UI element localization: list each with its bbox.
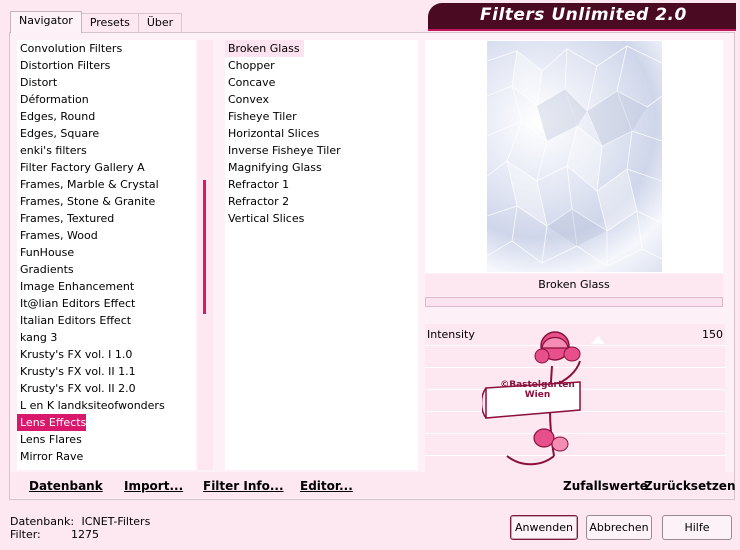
cancel-button[interactable]: Abbrechen: [586, 515, 652, 540]
category-item[interactable]: Edges, Square: [17, 125, 196, 142]
category-item[interactable]: It@lian Editors Effect: [17, 295, 196, 312]
filter-item[interactable]: Chopper: [225, 57, 418, 74]
category-scrollbar[interactable]: [198, 40, 213, 470]
help-button[interactable]: Hilfe: [662, 515, 732, 540]
status-database: Datenbank: ICNET-Filters: [10, 515, 150, 529]
preview-image: [487, 41, 662, 272]
category-item[interactable]: Frames, Stone & Granite: [17, 193, 196, 210]
filter-item[interactable]: Inverse Fisheye Tiler: [225, 142, 418, 159]
status-db-value: ICNET-Filters: [81, 515, 151, 528]
random-values-button[interactable]: Zufallswerte: [563, 478, 648, 494]
filter-item-row[interactable]: Refractor 2: [225, 193, 418, 210]
category-list[interactable]: Convolution Filters Distortion Filters Dis…: [17, 40, 196, 470]
filter-item[interactable]: Vertical Slices: [225, 210, 418, 227]
filter-item[interactable]: Horizontal Slices: [225, 125, 418, 142]
filter-item-row[interactable]: Magnifying Glass: [225, 159, 418, 176]
reset-button[interactable]: Zurücksetzen: [644, 478, 735, 494]
category-item[interactable]: Italian Editors Effect: [17, 312, 196, 329]
tab-navigator[interactable]: Navigator: [10, 11, 82, 33]
status-db-label: Datenbank:: [10, 515, 75, 528]
status-filter: Filter: 1275: [10, 528, 99, 542]
category-item[interactable]: enki's filters: [17, 142, 196, 159]
category-item[interactable]: Krusty's FX vol. II 1.1: [17, 363, 196, 380]
category-item[interactable]: Distortion Filters: [17, 57, 196, 74]
category-item[interactable]: Lens Flares: [17, 431, 196, 448]
tab-presets[interactable]: Presets: [80, 13, 139, 33]
filter-item-row[interactable]: Vertical Slices: [225, 210, 418, 227]
import-button[interactable]: Import...: [124, 478, 183, 494]
category-item[interactable]: Gradients: [17, 261, 196, 278]
filter-item[interactable]: Concave: [225, 74, 418, 91]
progress-bar: [425, 297, 723, 307]
category-item[interactable]: Image Enhancement: [17, 278, 196, 295]
category-item[interactable]: Mirror Rave: [17, 448, 196, 465]
category-item[interactable]: Convolution Filters: [17, 40, 196, 57]
category-item[interactable]: Krusty's FX vol. II 2.0: [17, 380, 196, 397]
filter-item-row[interactable]: Horizontal Slices: [225, 125, 418, 142]
category-scroll-thumb[interactable]: [203, 180, 206, 314]
category-item[interactable]: Frames, Textured: [17, 210, 196, 227]
filter-list[interactable]: Broken Glass Chopper Concave Convex Fisheye …: [225, 40, 418, 470]
filter-item-row[interactable]: Refractor 1: [225, 176, 418, 193]
title-underline: [428, 29, 736, 31]
status-filter-value: 1275: [71, 528, 99, 541]
category-item[interactable]: Déformation: [17, 91, 196, 108]
filter-item-row[interactable]: Fisheye Tiler: [225, 108, 418, 125]
category-item[interactable]: Krusty's FX vol. I 1.0: [17, 346, 196, 363]
category-item[interactable]: L en K landksiteofwonders: [17, 397, 196, 414]
filter-item[interactable]: Fisheye Tiler: [225, 108, 418, 125]
filter-item-row[interactable]: Broken Glass: [225, 40, 418, 57]
filter-item-row[interactable]: Inverse Fisheye Tiler: [225, 142, 418, 159]
watermark-line-2: Wien: [524, 390, 551, 400]
filter-item-row[interactable]: Concave: [225, 74, 418, 91]
watermark-line-1: ©Bastelgarten: [500, 380, 575, 390]
preview-filter-name: Broken Glass: [425, 274, 723, 296]
filter-item[interactable]: Refractor 2: [225, 193, 418, 210]
watermark-text: ©Bastelgarten Wien: [490, 380, 585, 400]
editor-button[interactable]: Editor...: [300, 478, 353, 494]
tab-uber[interactable]: Über: [137, 13, 183, 33]
param-value: 150: [702, 328, 723, 341]
category-item[interactable]: Frames, Wood: [17, 227, 196, 244]
category-item[interactable]: Distort: [17, 74, 196, 91]
watermark-tulip-icon: [482, 331, 581, 466]
filter-item-row[interactable]: Chopper: [225, 57, 418, 74]
category-item[interactable]: kang 3: [17, 329, 196, 346]
category-item[interactable]: Frames, Marble & Crystal: [17, 176, 196, 193]
category-item[interactable]: FunHouse: [17, 244, 196, 261]
category-item[interactable]: Edges, Round: [17, 108, 196, 125]
filter-item-row[interactable]: Convex: [225, 91, 418, 108]
app-title: Filters Unlimited 2.0: [480, 5, 687, 25]
broken-glass-texture: [487, 45, 662, 267]
filter-info-button[interactable]: Filter Info...: [203, 478, 284, 494]
filter-item[interactable]: Broken Glass: [225, 40, 304, 57]
filter-item[interactable]: Convex: [225, 91, 418, 108]
filter-item[interactable]: Magnifying Glass: [225, 159, 418, 176]
tab-strip: Navigator Presets Über: [10, 11, 183, 33]
category-item[interactable]: Lens Effects: [17, 414, 87, 431]
slider-marker-icon[interactable]: [591, 336, 605, 344]
database-button[interactable]: Datenbank: [29, 478, 103, 494]
filter-item[interactable]: Refractor 1: [225, 176, 418, 193]
param-label: Intensity: [427, 328, 475, 341]
apply-button[interactable]: Anwenden: [510, 515, 578, 540]
category-item[interactable]: Filter Factory Gallery A: [17, 159, 196, 176]
status-filter-label: Filter:: [10, 528, 41, 541]
